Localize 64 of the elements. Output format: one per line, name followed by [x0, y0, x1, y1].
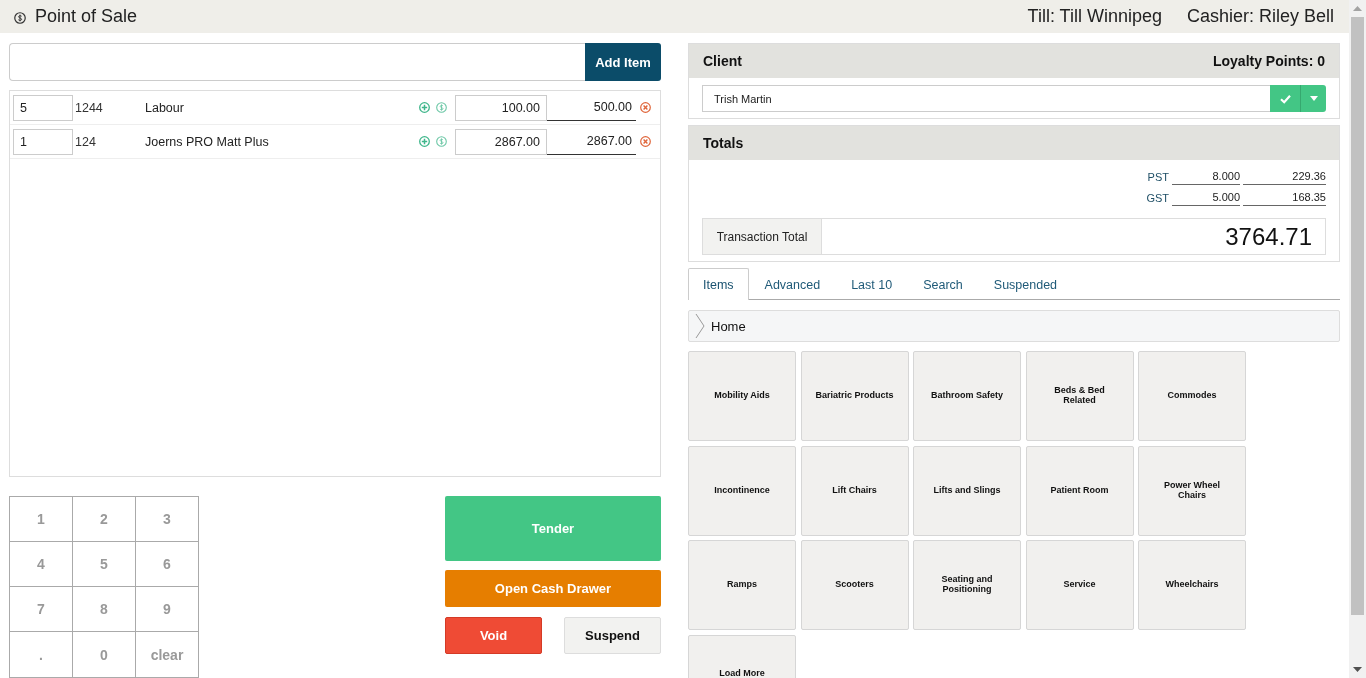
dollar-circle-icon[interactable] [436, 102, 447, 113]
category-tile[interactable]: Bariatric Products [800, 351, 909, 441]
void-button[interactable]: Void [445, 617, 542, 654]
tax-label: GST [1146, 191, 1169, 206]
breadcrumb-link[interactable]: Home [711, 318, 746, 334]
item-code: 124 [74, 134, 97, 149]
tab[interactable]: Items [688, 268, 749, 300]
scrollbar-thumb[interactable] [1351, 17, 1364, 615]
tab[interactable]: Suspended [978, 268, 1073, 300]
confirm-client-button[interactable] [1270, 85, 1300, 112]
scroll-up-arrow-icon[interactable] [1353, 6, 1362, 11]
client-field[interactable]: Trish Martin [702, 85, 1270, 112]
price-field[interactable]: 2867.00 [455, 128, 547, 155]
add-item-button[interactable]: Add Item [585, 43, 661, 81]
price-field[interactable]: 100.00 [455, 94, 547, 121]
totals-title: Totals [703, 135, 744, 151]
till-label: Till: Till Winnipeg [1027, 6, 1162, 27]
category-tile[interactable]: Incontinence [688, 445, 796, 536]
item-name: Joerns PRO Matt Plus [145, 134, 270, 149]
check-icon [1279, 93, 1291, 104]
category-tile[interactable]: Seating and Positioning [913, 540, 1021, 630]
category-tile[interactable]: Service [1025, 540, 1134, 630]
suspend-button[interactable]: Suspend [564, 617, 661, 654]
tab[interactable]: Advanced [749, 268, 836, 300]
tax-rate-field: 5.000 [1172, 190, 1240, 206]
caret-down-icon [1309, 96, 1318, 101]
plus-circle-icon[interactable] [419, 136, 430, 147]
quantity-field[interactable]: 1 [13, 128, 73, 155]
item-search-field[interactable] [9, 43, 585, 81]
category-tile[interactable]: Beds & Bed Related [1025, 351, 1134, 441]
close-circle-icon[interactable] [640, 102, 651, 113]
app-title: Point of Sale [35, 6, 138, 27]
category-tile[interactable]: Wheelchairs [1138, 540, 1246, 630]
dollar-circle-icon[interactable] [436, 136, 447, 147]
category-tile[interactable]: Patient Room [1025, 445, 1134, 536]
scroll-down-arrow-icon[interactable] [1353, 667, 1362, 672]
quantity-field[interactable]: 5 [13, 94, 73, 121]
chevron-right-icon [695, 313, 705, 339]
tax-amount-field: 229.36 [1243, 169, 1326, 185]
close-circle-icon[interactable] [640, 136, 651, 147]
category-tile[interactable]: Lift Chairs [800, 445, 909, 536]
transaction-total-value: 3764.71 [1224, 221, 1313, 252]
load-more-tile[interactable]: Load More [688, 634, 796, 678]
category-tile[interactable]: Lifts and Slings [913, 445, 1021, 536]
category-tile[interactable]: Mobility Aids [688, 351, 796, 441]
category-tile[interactable]: Scooters [800, 540, 909, 630]
dollar-circle-icon [14, 11, 26, 24]
plus-circle-icon[interactable] [419, 102, 430, 113]
tab[interactable]: Search [908, 268, 978, 300]
client-title: Client [703, 53, 742, 69]
tax-amount-field: 168.35 [1243, 190, 1326, 206]
item-name: Labour [145, 100, 185, 115]
category-tile[interactable]: Power Wheel Chairs [1138, 445, 1246, 536]
client-dropdown-button[interactable] [1300, 85, 1326, 112]
category-tile[interactable]: Bathroom Safety [913, 351, 1021, 441]
cashier-label: Cashier: Riley Bell [1186, 6, 1334, 27]
category-tile[interactable]: Ramps [688, 540, 796, 630]
category-tile[interactable]: Commodes [1138, 351, 1246, 441]
tax-label: PST [1147, 170, 1169, 185]
loyalty-points-label: Loyalty Points: 0 [1212, 53, 1325, 69]
tab[interactable]: Last 10 [836, 268, 908, 300]
tax-rate-field: 8.000 [1172, 169, 1240, 185]
transaction-total-label: Transaction Total [703, 219, 822, 254]
item-code: 1244 [74, 100, 104, 115]
